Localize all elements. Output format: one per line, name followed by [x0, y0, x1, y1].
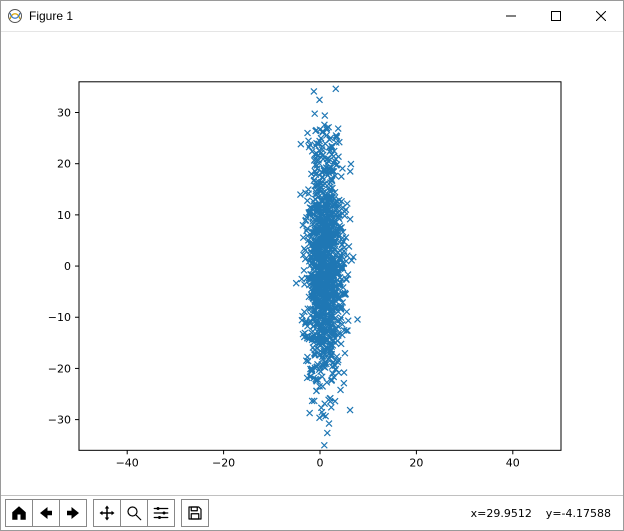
app-window: Figure 1 −40 −20 0 20 40 −30 −20 −10 0 10 20 30	[0, 0, 624, 531]
cursor-coordinates: x=29.9512 y=-4.17588	[471, 507, 619, 520]
save-button[interactable]	[181, 499, 209, 527]
svg-text:20: 20	[409, 456, 423, 469]
svg-text:−10: −10	[48, 311, 71, 324]
scatter-plot: −40 −20 0 20 40 −30 −20 −10 0 10 20 30	[1, 32, 623, 495]
configure-subplots-button[interactable]	[147, 499, 175, 527]
svg-text:0: 0	[64, 260, 71, 273]
svg-text:20: 20	[57, 158, 71, 171]
home-button[interactable]	[5, 499, 33, 527]
minimize-button[interactable]	[488, 1, 533, 31]
pan-button[interactable]	[93, 499, 121, 527]
title-bar: Figure 1	[1, 1, 623, 32]
svg-text:0: 0	[317, 456, 324, 469]
nav-toolbar: x=29.9512 y=-4.17588	[1, 495, 623, 530]
maximize-button[interactable]	[533, 1, 578, 31]
magnifier-icon	[125, 504, 143, 522]
arrow-right-icon	[64, 504, 82, 522]
back-button[interactable]	[32, 499, 60, 527]
svg-text:−30: −30	[48, 414, 71, 427]
arrow-left-icon	[37, 504, 55, 522]
svg-text:−20: −20	[48, 362, 71, 375]
window-title: Figure 1	[29, 9, 73, 23]
svg-text:30: 30	[57, 107, 71, 120]
app-icon	[7, 8, 23, 24]
move-icon	[98, 504, 116, 522]
svg-text:−20: −20	[212, 456, 235, 469]
svg-text:−40: −40	[116, 456, 139, 469]
forward-button[interactable]	[59, 499, 87, 527]
svg-text:40: 40	[506, 456, 520, 469]
figure-canvas[interactable]: −40 −20 0 20 40 −30 −20 −10 0 10 20 30	[1, 32, 623, 495]
sliders-icon	[152, 504, 170, 522]
home-icon	[10, 504, 28, 522]
svg-text:10: 10	[57, 209, 71, 222]
close-button[interactable]	[578, 1, 623, 31]
save-icon	[186, 504, 204, 522]
zoom-button[interactable]	[120, 499, 148, 527]
